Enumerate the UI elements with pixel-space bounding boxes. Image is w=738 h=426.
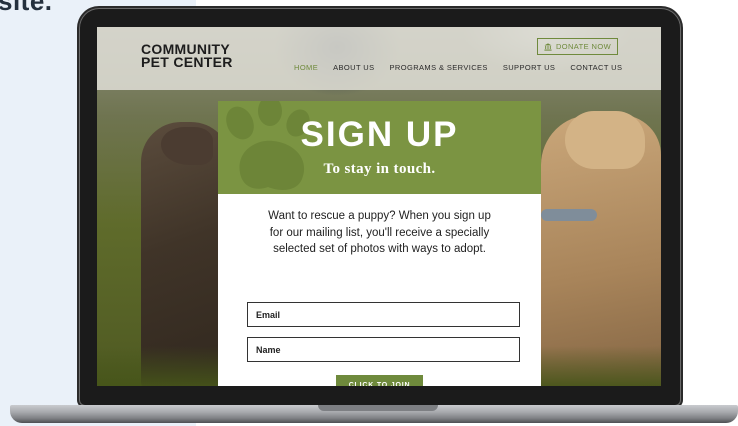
logo-line-2: PET CENTER [141,54,233,70]
laptop-base-notch [318,405,438,411]
corner-text: site. [0,0,53,16]
signup-modal: SIGN UP To stay in touch. Want to rescue… [218,101,541,386]
dog-right-head [565,111,645,169]
modal-description-line: Want to rescue a puppy? When you sign up [268,210,491,222]
nav-item-programs-services[interactable]: PROGRAMS & SERVICES [390,63,488,72]
modal-description-line: for our mailing list, you'll receive a s… [269,226,490,239]
laptop-screen: COMMUNITY PET CENTER DONATE NOW HOME ABO… [97,27,661,386]
nav-item-home[interactable]: HOME [294,63,318,72]
dog-collar [541,209,597,221]
modal-description-line: selected set of photos with ways to adop… [273,243,486,255]
modal-header: SIGN UP To stay in touch. [218,101,541,194]
main-nav: HOME ABOUT US PROGRAMS & SERVICES SUPPOR… [294,63,622,72]
nav-item-contact-us[interactable]: CONTACT US [570,63,622,72]
donate-label: DONATE NOW [555,42,612,51]
nav-item-support-us[interactable]: SUPPORT US [503,63,556,72]
donate-button[interactable]: DONATE NOW [537,38,618,55]
email-field[interactable] [247,302,520,327]
modal-description: Want to rescue a puppy? When you sign up… [252,208,507,258]
modal-subtitle: To stay in touch. [323,161,436,177]
modal-title: SIGN UP [300,115,459,154]
bank-icon [544,42,552,51]
name-field[interactable] [247,337,520,362]
nav-item-about-us[interactable]: ABOUT US [333,63,374,72]
site-logo[interactable]: COMMUNITY PET CENTER [141,42,233,70]
site-header: COMMUNITY PET CENTER DONATE NOW HOME ABO… [97,27,661,90]
join-button[interactable]: CLICK TO JOIN [336,375,423,386]
